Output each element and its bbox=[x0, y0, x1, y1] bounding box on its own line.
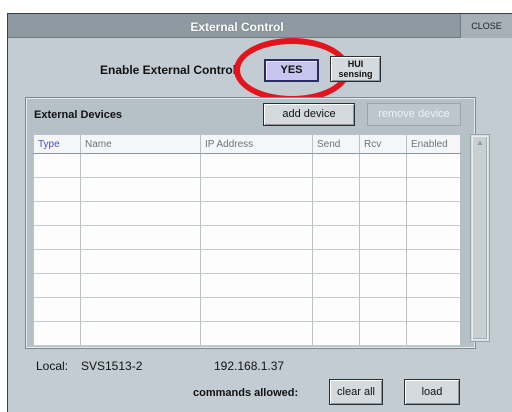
table-cell[interactable] bbox=[80, 225, 201, 250]
table-cell[interactable] bbox=[80, 321, 201, 346]
local-ip-address: 192.168.1.37 bbox=[214, 359, 285, 373]
table-cell[interactable] bbox=[406, 297, 461, 322]
table-cell[interactable] bbox=[80, 177, 201, 202]
table-cell[interactable] bbox=[33, 201, 81, 226]
table-row[interactable] bbox=[33, 153, 461, 178]
commands-allowed-label: commands allowed: bbox=[193, 387, 299, 399]
table-cell[interactable] bbox=[200, 225, 313, 250]
table-cell[interactable] bbox=[359, 153, 407, 178]
local-label: Local: bbox=[36, 359, 69, 373]
table-cell[interactable] bbox=[406, 153, 461, 178]
enable-external-control-label: Enable External Control: bbox=[100, 63, 241, 77]
table-cell[interactable] bbox=[200, 201, 313, 226]
table-cell[interactable] bbox=[200, 273, 313, 298]
table-cell[interactable] bbox=[359, 177, 407, 202]
table-cell[interactable] bbox=[312, 273, 360, 298]
table-cell[interactable] bbox=[200, 249, 313, 274]
table-cell[interactable] bbox=[33, 249, 81, 274]
hui-sensing-button[interactable]: HUI sensing bbox=[330, 56, 381, 82]
table-cell[interactable] bbox=[312, 249, 360, 274]
column-header-enabled[interactable]: Enabled bbox=[406, 134, 461, 154]
scrollbar-thumb[interactable] bbox=[472, 136, 488, 340]
table-cell[interactable] bbox=[200, 153, 313, 178]
local-system-name: SVS1513-2 bbox=[81, 359, 143, 373]
table-cell[interactable] bbox=[359, 321, 407, 346]
table-row[interactable] bbox=[33, 201, 461, 226]
enable-yes-button[interactable]: YES bbox=[264, 59, 319, 82]
table-cell[interactable] bbox=[406, 201, 461, 226]
table-cell[interactable] bbox=[80, 153, 201, 178]
table-cell[interactable] bbox=[406, 273, 461, 298]
external-devices-title: External Devices bbox=[34, 109, 123, 121]
table-row[interactable] bbox=[33, 177, 461, 202]
add-device-button[interactable]: add device bbox=[263, 103, 355, 126]
hui-label: HUI bbox=[347, 59, 364, 69]
devices-table: Type Name IP Address Send Rcv Enabled bbox=[33, 134, 461, 346]
table-cell[interactable] bbox=[359, 273, 407, 298]
table-cell[interactable] bbox=[33, 225, 81, 250]
table-cell[interactable] bbox=[406, 321, 461, 346]
table-cell[interactable] bbox=[33, 321, 81, 346]
table-cell[interactable] bbox=[312, 153, 360, 178]
table-cell[interactable] bbox=[359, 225, 407, 250]
close-button[interactable]: CLOSE bbox=[460, 14, 512, 38]
table-row[interactable] bbox=[33, 225, 461, 250]
table-cell[interactable] bbox=[406, 177, 461, 202]
table-cell[interactable] bbox=[406, 249, 461, 274]
table-row[interactable] bbox=[33, 297, 461, 322]
table-cell[interactable] bbox=[406, 225, 461, 250]
table-cell[interactable] bbox=[80, 273, 201, 298]
table-row[interactable] bbox=[33, 321, 461, 346]
table-cell[interactable] bbox=[33, 153, 81, 178]
table-cell[interactable] bbox=[80, 297, 201, 322]
remove-device-button: remove device bbox=[367, 103, 461, 126]
column-header-rcv[interactable]: Rcv bbox=[359, 134, 407, 154]
chevron-up-icon[interactable]: ▲ bbox=[474, 139, 486, 147]
table-cell[interactable] bbox=[359, 249, 407, 274]
column-header-send[interactable]: Send bbox=[312, 134, 360, 154]
sensing-label: sensing bbox=[338, 69, 373, 79]
devices-table-body bbox=[33, 153, 461, 346]
table-cell[interactable] bbox=[312, 225, 360, 250]
table-cell[interactable] bbox=[312, 201, 360, 226]
table-cell[interactable] bbox=[200, 177, 313, 202]
table-cell[interactable] bbox=[33, 297, 81, 322]
clear-all-button[interactable]: clear all bbox=[329, 379, 383, 405]
table-cell[interactable] bbox=[33, 177, 81, 202]
table-row[interactable] bbox=[33, 273, 461, 298]
load-button[interactable]: load bbox=[404, 379, 460, 405]
column-header-ip-address[interactable]: IP Address bbox=[200, 134, 313, 154]
column-header-name[interactable]: Name bbox=[80, 134, 201, 154]
window-title: External Control bbox=[190, 20, 284, 34]
table-cell[interactable] bbox=[33, 273, 81, 298]
table-cell[interactable] bbox=[80, 249, 201, 274]
table-header-row: Type Name IP Address Send Rcv Enabled bbox=[33, 134, 461, 154]
table-cell[interactable] bbox=[80, 201, 201, 226]
column-header-type[interactable]: Type bbox=[33, 134, 81, 154]
table-cell[interactable] bbox=[200, 297, 313, 322]
table-cell[interactable] bbox=[359, 201, 407, 226]
table-cell[interactable] bbox=[312, 177, 360, 202]
table-cell[interactable] bbox=[312, 297, 360, 322]
table-cell[interactable] bbox=[359, 297, 407, 322]
table-cell[interactable] bbox=[312, 321, 360, 346]
table-cell[interactable] bbox=[200, 321, 313, 346]
table-row[interactable] bbox=[33, 249, 461, 274]
